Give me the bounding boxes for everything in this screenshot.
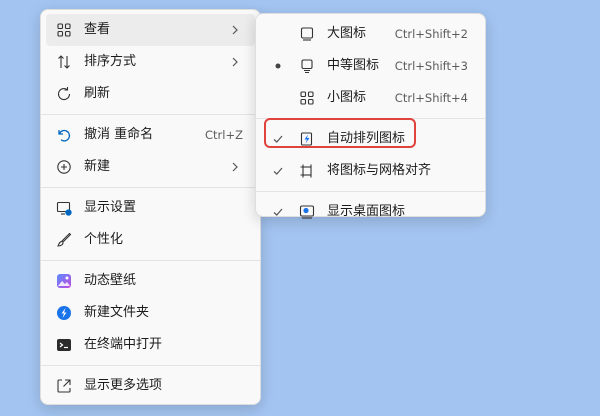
menu-item-label: 显示更多选项	[84, 378, 163, 393]
submenu-item-label: 中等图标	[327, 58, 380, 73]
auto-arrange-icon	[299, 131, 315, 147]
submenu-item-show-desktop-icons[interactable]: 显示桌面图标	[261, 196, 480, 228]
menu-item-display-settings[interactable]: 显示设置	[46, 192, 255, 224]
view-submenu: 大图标 Ctrl+Shift+2 中等图标 Ctrl+Shift+3 小图标 C…	[255, 13, 486, 219]
menu-item-undo-rename[interactable]: 撤消 重命名 Ctrl+Z	[46, 119, 255, 151]
menu-item-label: 个性化	[84, 232, 124, 247]
refresh-icon	[56, 86, 72, 102]
menu-item-sort[interactable]: 排序方式	[46, 46, 255, 78]
sort-icon	[56, 54, 72, 70]
submenu-item-label: 自动排列图标	[327, 131, 406, 146]
menu-item-label: 动态壁纸	[84, 273, 137, 288]
separator	[41, 114, 260, 115]
checkmark-icon	[271, 131, 285, 147]
empty-mark	[271, 26, 285, 42]
menu-item-personalize[interactable]: 个性化	[46, 224, 255, 256]
menu-item-refresh[interactable]: 刷新	[46, 78, 255, 110]
submenu-item-label: 小图标	[327, 90, 367, 105]
menu-item-label: 查看	[84, 22, 111, 37]
submenu-item-small-icons[interactable]: 小图标 Ctrl+Shift+4	[261, 82, 480, 114]
separator	[256, 118, 485, 119]
menu-item-dynamic-wallpaper[interactable]: 动态壁纸	[46, 265, 255, 297]
shortcut-text: Ctrl+Z	[205, 128, 243, 142]
brush-icon	[56, 232, 72, 248]
desktop-context-menu: 查看 排序方式 刷新 撤消 重命名 Ctrl+Z 新建 显示设置 个性化 动态壁…	[40, 9, 261, 405]
selected-dot-icon	[271, 58, 285, 74]
undo-icon	[56, 127, 72, 143]
large-icon-icon	[299, 26, 315, 42]
checkmark-icon	[271, 204, 285, 220]
chevron-right-icon	[232, 162, 238, 172]
desktop-icons-icon	[299, 204, 315, 220]
checkmark-icon	[271, 163, 285, 179]
menu-item-label: 新建文件夹	[84, 305, 150, 320]
display-settings-icon	[56, 200, 72, 216]
menu-item-view[interactable]: 查看	[46, 14, 255, 46]
chevron-right-icon	[232, 25, 238, 35]
menu-item-label: 显示设置	[84, 200, 137, 215]
submenu-item-label: 大图标	[327, 26, 367, 41]
more-options-icon	[56, 378, 72, 394]
shortcut-text: Ctrl+Shift+2	[394, 27, 468, 41]
shortcut-text: Ctrl+Shift+3	[394, 59, 468, 73]
menu-item-show-more-options[interactable]: 显示更多选项	[46, 370, 255, 402]
chevron-right-icon	[232, 57, 238, 67]
separator	[41, 187, 260, 188]
menu-item-label: 撤消 重命名	[84, 127, 154, 142]
submenu-item-label: 显示桌面图标	[327, 204, 406, 219]
submenu-item-large-icons[interactable]: 大图标 Ctrl+Shift+2	[261, 18, 480, 50]
monitor-icon	[299, 58, 315, 74]
separator	[41, 365, 260, 366]
plus-circle-icon	[56, 159, 72, 175]
submenu-item-auto-arrange[interactable]: 自动排列图标	[261, 123, 480, 155]
empty-mark	[271, 90, 285, 106]
new-folder-icon	[56, 305, 72, 321]
menu-item-label: 排序方式	[84, 54, 137, 69]
menu-item-new-folder[interactable]: 新建文件夹	[46, 297, 255, 329]
separator	[256, 191, 485, 192]
shortcut-text: Ctrl+Shift+4	[394, 91, 468, 105]
grid-icon	[56, 22, 72, 38]
separator	[41, 260, 260, 261]
small-grid-icon	[299, 90, 315, 106]
align-grid-icon	[299, 163, 315, 179]
menu-item-open-terminal[interactable]: 在终端中打开	[46, 329, 255, 361]
wallpaper-icon	[56, 273, 72, 289]
submenu-item-align-grid[interactable]: 将图标与网格对齐	[261, 155, 480, 187]
submenu-item-label: 将图标与网格对齐	[327, 163, 432, 178]
submenu-item-medium-icons[interactable]: 中等图标 Ctrl+Shift+3	[261, 50, 480, 82]
menu-item-new[interactable]: 新建	[46, 151, 255, 183]
menu-item-label: 在终端中打开	[84, 337, 163, 352]
terminal-icon	[56, 337, 72, 353]
menu-item-label: 新建	[84, 159, 111, 174]
menu-item-label: 刷新	[84, 86, 111, 101]
